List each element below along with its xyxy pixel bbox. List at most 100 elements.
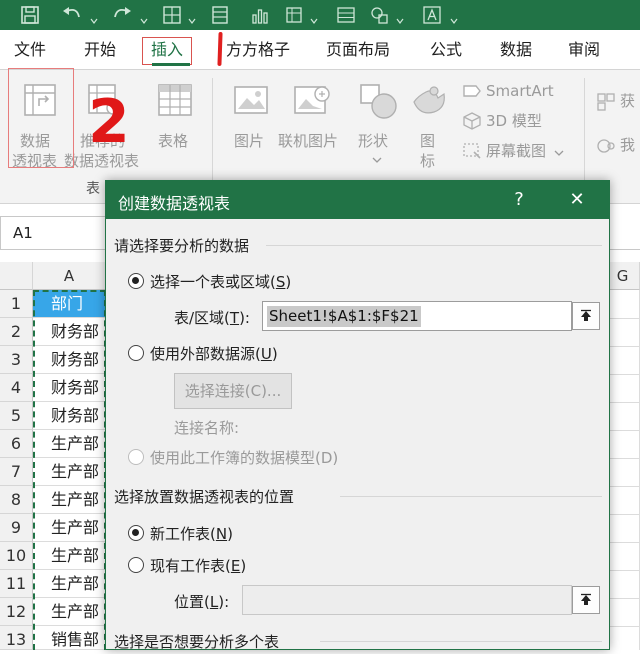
row-header[interactable]: 2 <box>0 318 33 346</box>
row-header[interactable]: 12 <box>0 598 33 626</box>
row-header[interactable]: 10 <box>0 542 33 570</box>
grid-line <box>606 374 640 375</box>
location-input[interactable] <box>242 585 572 615</box>
row-header[interactable]: 4 <box>0 374 33 402</box>
tab-file[interactable]: 文件 <box>14 36 46 64</box>
row-header[interactable]: 9 <box>0 514 33 542</box>
icons-button[interactable]: 图 标 <box>408 76 450 176</box>
radio-select-range-label[interactable]: 选择一个表或区域(S) <box>150 271 291 292</box>
picture-icon <box>234 86 268 114</box>
accelerator-key: L <box>209 593 219 611</box>
radio-existing-worksheet-label[interactable]: 现有工作表(E) <box>150 555 246 576</box>
textbox-icon[interactable] <box>420 3 444 27</box>
shapes-icon[interactable] <box>368 3 392 27</box>
dialog-title-bar[interactable]: 创建数据透视表 ? ✕ <box>106 181 609 219</box>
redo-dropdown-icon[interactable] <box>140 10 148 24</box>
quick-access-toolbar <box>0 0 640 30</box>
grid-line <box>606 318 640 319</box>
label-text-end: ) <box>285 273 292 291</box>
range-input-value: Sheet1!$A$1:$F$21 <box>267 306 421 327</box>
row-header[interactable]: 3 <box>0 346 33 374</box>
radio-select-range[interactable] <box>128 273 144 289</box>
my-addins-button[interactable]: 我 <box>596 134 640 158</box>
range-input[interactable]: Sheet1!$A$1:$F$21 <box>262 301 572 331</box>
collapse-arrow-icon <box>581 309 591 321</box>
label-text: 现有工作表( <box>150 557 231 575</box>
get-addins-label: 获 <box>620 92 636 110</box>
row-header[interactable]: 7 <box>0 458 33 486</box>
picture-button[interactable]: 图片 <box>226 76 274 172</box>
table-icon[interactable] <box>334 3 358 27</box>
table-button[interactable]: 表格 <box>150 76 200 172</box>
save-icon[interactable] <box>18 3 42 27</box>
ribbon-tab-bar: 文件 开始 插入 方方格子 页面布局 公式 数据 审阅 <box>0 30 640 70</box>
grid-line <box>606 346 640 347</box>
location-collapse-button[interactable] <box>572 586 600 614</box>
grid-line <box>606 514 640 515</box>
undo-dropdown-icon[interactable] <box>90 10 98 24</box>
tab-fangfang-gezi[interactable]: 方方格子 <box>226 36 290 64</box>
my-addins-label: 我 <box>620 136 636 154</box>
range-collapse-button[interactable] <box>572 302 600 330</box>
smartart-icon <box>463 85 481 97</box>
row-header[interactable]: 11 <box>0 570 33 598</box>
column-header-g[interactable]: G <box>606 262 640 290</box>
connection-name-label: 连接名称: <box>174 419 240 437</box>
create-pivot-table-dialog: 创建数据透视表 ? ✕ 请选择要分析的数据 选择一个表或区域(S) 表/区域(T… <box>105 180 610 651</box>
grid-line <box>606 626 640 627</box>
row-header[interactable]: 13 <box>0 626 33 650</box>
shapes-button[interactable]: 形状 <box>354 76 400 176</box>
form-icon[interactable] <box>208 3 232 27</box>
textbox-dropdown-icon[interactable] <box>450 10 458 24</box>
radio-new-worksheet-label[interactable]: 新工作表(N) <box>150 523 233 544</box>
table-label: 表格 <box>158 132 189 150</box>
row-header[interactable]: 1 <box>0 290 33 318</box>
radio-data-model-label[interactable]: 使用此工作簿的数据模型(D) <box>150 447 338 468</box>
label-text-end: ): <box>239 309 250 327</box>
shapes-dropdown-caret-icon <box>372 157 382 163</box>
borders-dropdown-icon[interactable] <box>188 10 196 24</box>
label-text-end: ) <box>227 525 233 543</box>
name-box[interactable]: A1 <box>0 216 108 250</box>
chart-icon[interactable] <box>248 3 272 27</box>
label-text: 使用外部数据源( <box>150 345 261 363</box>
radio-data-model[interactable] <box>128 449 144 465</box>
pivot-chart-dropdown-icon[interactable] <box>310 10 318 24</box>
tab-data[interactable]: 数据 <box>500 36 532 64</box>
column-header-a[interactable]: A <box>33 262 106 290</box>
cube-icon <box>463 112 481 130</box>
radio-external-source[interactable] <box>128 345 144 361</box>
tab-insert[interactable]: 插入 <box>142 37 193 65</box>
radio-new-worksheet[interactable] <box>128 525 144 541</box>
row-header[interactable]: 5 <box>0 402 33 430</box>
label-text: 位置( <box>174 593 210 611</box>
3d-model-button[interactable]: 3D 模型 <box>462 110 572 134</box>
select-all-corner[interactable] <box>0 262 33 290</box>
get-addins-button[interactable]: 获 <box>596 90 640 114</box>
collapse-arrow-icon <box>581 593 591 605</box>
tab-home[interactable]: 开始 <box>84 36 116 64</box>
label-text: 选择一个表或区域( <box>150 273 276 291</box>
insert-shapes-icon <box>360 84 397 119</box>
help-button[interactable]: ? <box>506 187 532 213</box>
smartart-button[interactable]: SmartArt <box>462 80 572 104</box>
row-header[interactable]: 6 <box>0 430 33 458</box>
grid-line <box>606 486 640 487</box>
online-picture-button[interactable]: 联机图片 <box>278 76 348 172</box>
row-header[interactable]: 8 <box>0 486 33 514</box>
screenshot-button[interactable]: 屏幕截图 <box>462 140 572 164</box>
close-button[interactable]: ✕ <box>564 187 590 213</box>
borders-icon[interactable] <box>160 3 184 27</box>
radio-external-source-label[interactable]: 使用外部数据源(U) <box>150 343 278 364</box>
tab-page-layout[interactable]: 页面布局 <box>326 36 390 64</box>
radio-existing-worksheet[interactable] <box>128 557 144 573</box>
choose-connection-button[interactable]: 选择连接(C)... <box>174 373 292 409</box>
tab-review[interactable]: 审阅 <box>568 36 600 64</box>
pivot-chart-icon[interactable] <box>282 3 306 27</box>
grid-line <box>606 430 640 431</box>
tab-formulas[interactable]: 公式 <box>430 36 462 64</box>
undo-icon[interactable] <box>60 3 84 27</box>
redo-icon[interactable] <box>110 3 134 27</box>
shapes-dropdown-icon[interactable] <box>396 10 404 24</box>
grid-line <box>606 458 640 459</box>
